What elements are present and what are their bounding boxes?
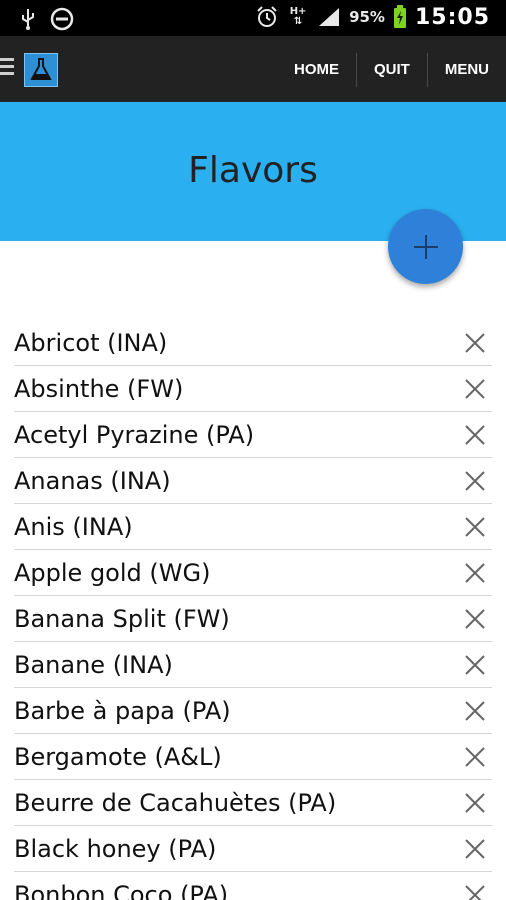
screen: H+ ⇅ 95% 15:05 HOME QUIT MENU Flavors Ab… — [0, 0, 506, 900]
flavor-list-item[interactable]: Bonbon Coco (PA) — [14, 872, 492, 900]
flavor-name: Banana Split (FW) — [14, 604, 230, 633]
flavor-list-item[interactable]: Ananas (INA) — [14, 458, 492, 504]
flavor-name: Barbe à papa (PA) — [14, 696, 231, 725]
flavor-list-item[interactable]: Beurre de Cacahuètes (PA) — [14, 780, 492, 826]
delete-flavor-button[interactable] — [464, 838, 486, 860]
delete-flavor-button[interactable] — [464, 654, 486, 676]
battery-charging-icon — [393, 4, 407, 30]
flavor-name: Beurre de Cacahuètes (PA) — [14, 788, 337, 817]
delete-flavor-button[interactable] — [464, 424, 486, 446]
usb-icon — [20, 6, 36, 32]
flavor-list-item[interactable]: Banane (INA) — [14, 642, 492, 688]
do-not-disturb-icon — [50, 6, 74, 32]
signal-icon — [317, 4, 341, 30]
flavor-list-item[interactable]: Acetyl Pyrazine (PA) — [14, 412, 492, 458]
delete-flavor-button[interactable] — [464, 562, 486, 584]
flask-logo-icon[interactable] — [24, 53, 58, 87]
delete-flavor-button[interactable] — [464, 378, 486, 400]
close-icon — [465, 425, 485, 445]
delete-flavor-button[interactable] — [464, 700, 486, 722]
page-title: Flavors — [188, 150, 318, 191]
delete-flavor-button[interactable] — [464, 470, 486, 492]
flavor-name: Apple gold (WG) — [14, 558, 211, 587]
delete-flavor-button[interactable] — [464, 516, 486, 538]
close-icon — [465, 655, 485, 675]
network-h-plus-icon: H+ ⇅ — [289, 6, 307, 27]
hamburger-icon[interactable] — [0, 58, 14, 78]
close-icon — [465, 563, 485, 583]
flavor-name: Anis (INA) — [14, 512, 133, 541]
delete-flavor-button[interactable] — [464, 792, 486, 814]
flavor-list-item[interactable]: Abricot (INA) — [14, 320, 492, 366]
close-icon — [465, 379, 485, 399]
flavor-name: Acetyl Pyrazine (PA) — [14, 420, 255, 449]
add-flavor-button[interactable] — [388, 209, 463, 284]
flavor-list: Abricot (INA) Absinthe (FW) Acetyl Pyrazin… — [14, 320, 492, 900]
close-icon — [465, 747, 485, 767]
flavor-list-item[interactable]: Anis (INA) — [14, 504, 492, 550]
clock: 15:05 — [414, 4, 490, 30]
flavor-list-item[interactable]: Bergamote (A&L) — [14, 734, 492, 780]
alarm-icon — [255, 4, 279, 30]
delete-flavor-button[interactable] — [464, 608, 486, 630]
close-icon — [465, 885, 485, 900]
close-icon — [465, 793, 485, 813]
close-icon — [465, 609, 485, 629]
flavor-name: Absinthe (FW) — [14, 374, 184, 403]
delete-flavor-button[interactable] — [464, 746, 486, 768]
flavor-name: Bergamote (A&L) — [14, 742, 222, 771]
flavor-list-item[interactable]: Black honey (PA) — [14, 826, 492, 872]
home-button[interactable]: HOME — [277, 50, 356, 90]
flavor-list-item[interactable]: Barbe à papa (PA) — [14, 688, 492, 734]
plus-icon — [413, 234, 438, 259]
flavor-list-item[interactable]: Apple gold (WG) — [14, 550, 492, 596]
flavor-name: Black honey (PA) — [14, 834, 217, 863]
app-bar: HOME QUIT MENU — [0, 36, 506, 102]
flavor-name: Ananas (INA) — [14, 466, 171, 495]
delete-flavor-button[interactable] — [464, 332, 486, 354]
flavor-list-item[interactable]: Absinthe (FW) — [14, 366, 492, 412]
close-icon — [465, 517, 485, 537]
close-icon — [465, 471, 485, 491]
flavor-name: Banane (INA) — [14, 650, 173, 679]
close-icon — [465, 333, 485, 353]
flavor-name: Bonbon Coco (PA) — [14, 880, 229, 900]
top-nav: HOME QUIT MENU — [277, 50, 506, 90]
battery-level: 95% — [349, 8, 385, 26]
status-bar: H+ ⇅ 95% 15:05 — [0, 0, 506, 36]
delete-flavor-button[interactable] — [464, 884, 486, 900]
quit-button[interactable]: QUIT — [357, 50, 427, 90]
close-icon — [465, 701, 485, 721]
flavor-list-item[interactable]: Banana Split (FW) — [14, 596, 492, 642]
menu-button[interactable]: MENU — [428, 50, 506, 90]
flavor-name: Abricot (INA) — [14, 328, 168, 357]
close-icon — [465, 839, 485, 859]
